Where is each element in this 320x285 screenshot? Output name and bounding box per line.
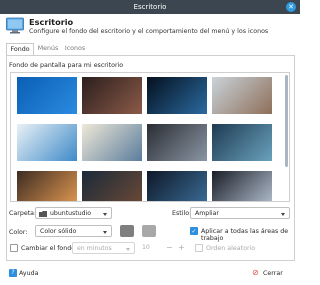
wallpaper-thumbnail[interactable] <box>82 77 142 114</box>
page-subtitle: Configure el fondo del escritorio y el c… <box>29 28 269 35</box>
color-mode-combo[interactable]: Color sólido <box>35 225 112 237</box>
dialog-header: Escritorio Configure el fondo del escrit… <box>0 14 300 40</box>
random-order-checkbox[interactable] <box>195 244 203 252</box>
wallpaper-thumbnail[interactable] <box>17 171 77 201</box>
wallpaper-thumbnail[interactable] <box>147 171 207 201</box>
apply-all-checkbox[interactable]: ✓ <box>190 227 198 235</box>
apply-all-label: Aplicar a todas las áreas de trabajo <box>201 228 289 242</box>
folder-icon <box>39 211 47 217</box>
help-button[interactable]: Ayuda <box>19 270 38 277</box>
interval-unit-combo[interactable]: en minutos <box>72 242 135 254</box>
wallpaper-thumbnail[interactable] <box>147 124 207 161</box>
style-value: Ampliar <box>195 210 219 217</box>
window-title: Escritorio <box>133 3 167 11</box>
wallpaper-thumbnail[interactable] <box>17 77 77 114</box>
primary-color-button[interactable] <box>120 225 134 237</box>
random-order-label: Orden aleatorio <box>206 245 256 252</box>
decrement-icon[interactable]: − <box>166 243 173 255</box>
increment-icon[interactable]: + <box>178 243 185 255</box>
folder-label: Carpeta: <box>9 210 37 217</box>
wallpaper-thumbnail[interactable] <box>82 171 142 201</box>
wallpaper-thumbnail[interactable] <box>212 124 272 161</box>
change-background-label: Cambiar el fondo <box>21 245 76 252</box>
window-titlebar: Escritorio ✕ <box>0 0 300 14</box>
wallpaper-thumbnail[interactable] <box>212 171 272 201</box>
chevron-down-icon <box>103 231 107 234</box>
color-label: Color: <box>9 229 28 236</box>
wallpaper-thumbnail[interactable] <box>147 77 207 114</box>
tab-fondo[interactable]: Fondo <box>6 43 34 55</box>
tab-menus[interactable]: Menús <box>36 43 60 55</box>
tab-iconos[interactable]: Iconos <box>62 43 88 55</box>
window-close-button[interactable]: ✕ <box>286 2 296 12</box>
wallpaper-thumbnail[interactable] <box>82 124 142 161</box>
color-mode-value: Color sólido <box>40 228 77 235</box>
chevron-down-icon <box>103 213 107 216</box>
secondary-color-button[interactable] <box>142 225 156 237</box>
wallpaper-thumbnail[interactable] <box>212 77 272 114</box>
wallpaper-thumbnail[interactable] <box>17 124 77 161</box>
wallpaper-gallery[interactable] <box>10 72 290 202</box>
style-combo[interactable]: Ampliar <box>190 207 290 219</box>
change-background-checkbox[interactable] <box>10 244 18 252</box>
folder-value: ubuntustudio <box>50 210 92 217</box>
close-icon[interactable]: ⊘ <box>252 269 260 277</box>
chevron-down-icon <box>126 248 130 251</box>
interval-value[interactable]: 10 <box>142 244 150 256</box>
interval-unit-value: en minutos <box>77 245 112 252</box>
page-title: Escritorio <box>29 17 74 27</box>
close-button[interactable]: Cerrar <box>263 270 283 277</box>
style-label: Estilo: <box>172 210 192 217</box>
chevron-down-icon <box>281 213 285 216</box>
desktop-settings-icon <box>6 17 24 34</box>
dialog-footer: ? Ayuda ⊘ Cerrar <box>0 266 300 285</box>
gallery-scrollbar[interactable] <box>285 75 288 167</box>
help-icon[interactable]: ? <box>9 269 17 277</box>
folder-combo[interactable]: ubuntustudio <box>35 207 112 219</box>
section-title: Fondo de pantalla para mi escritorio <box>9 62 124 69</box>
